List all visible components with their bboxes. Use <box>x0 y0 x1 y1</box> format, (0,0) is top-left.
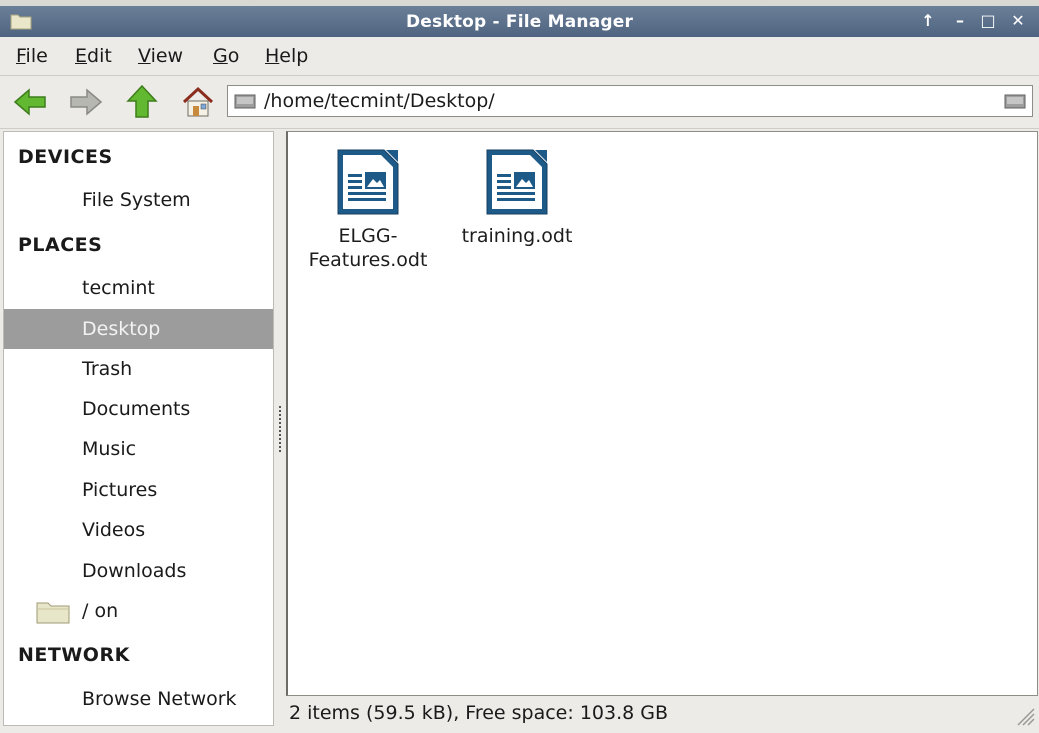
sidebar-item-file-system[interactable]: File System <box>4 180 273 220</box>
odt-document-icon <box>337 149 399 215</box>
sidebar-item-label: Desktop <box>82 318 161 340</box>
pane-splitter[interactable] <box>274 131 286 726</box>
sidebar-item-documents[interactable]: Documents <box>4 389 273 429</box>
close-button[interactable]: ✕ <box>1008 11 1028 31</box>
file-name-line: training.odt <box>461 225 573 247</box>
minimize-button[interactable]: – <box>950 11 970 31</box>
location-bar[interactable]: /home/tecmint/Desktop/ <box>227 85 1033 117</box>
sidebar-item-label: tecmint <box>82 277 155 299</box>
toolbar: /home/tecmint/Desktop/ <box>0 76 1039 129</box>
sidebar-item-downloads[interactable]: Downloads <box>4 551 273 591</box>
sidebar-item-label: Browse Network <box>82 688 237 710</box>
menu-edit[interactable]: Edit <box>75 45 112 67</box>
sidebar-item-label: Documents <box>82 398 191 420</box>
drive-icon <box>1004 94 1026 109</box>
sidebar-item-label: / on <box>82 600 119 622</box>
maximize-button[interactable]: □ <box>978 11 998 31</box>
sidebar-item-browse-network[interactable]: Browse Network <box>4 679 273 719</box>
places-header: PLACES <box>18 234 103 256</box>
sidebar-item-videos[interactable]: Videos <box>4 510 273 550</box>
sidebar-item-label: Music <box>82 438 137 460</box>
file-item[interactable]: training.odt <box>442 148 592 248</box>
splitter-grip[interactable] <box>279 406 281 454</box>
title-bar[interactable]: Desktop - File Manager ↑ – □ ✕ <box>0 6 1039 37</box>
location-path: /home/tecmint/Desktop/ <box>264 90 495 112</box>
resize-grip-icon[interactable] <box>1013 704 1035 726</box>
menu-bar: File Edit View Go Help <box>0 37 1039 76</box>
sidebar-item-label: Downloads <box>82 560 187 582</box>
sidebar-item-trash[interactable]: Trash <box>4 349 273 389</box>
sidebar-item-label: Pictures <box>82 479 158 501</box>
sidebar-item-pictures[interactable]: Pictures <box>4 470 273 510</box>
menu-file[interactable]: File <box>16 45 48 67</box>
sidebar-item-label: File System <box>82 189 191 211</box>
file-name: training.odt <box>442 224 592 248</box>
window-title: Desktop - File Manager <box>405 12 634 32</box>
menu-help[interactable]: Help <box>265 45 308 67</box>
up-arrow-icon[interactable] <box>124 84 160 120</box>
side-pane: DEVICES File System PLACES tecmint Deskt… <box>3 131 274 726</box>
file-item[interactable]: ELGG- Features.odt <box>293 148 443 272</box>
odt-document-icon <box>486 149 548 215</box>
sidebar-item-music[interactable]: Music <box>4 429 273 469</box>
shade-button[interactable]: ↑ <box>918 11 938 31</box>
forward-arrow-icon[interactable] <box>68 84 104 120</box>
menu-go[interactable]: Go <box>213 45 239 67</box>
network-header: NETWORK <box>18 644 130 666</box>
menu-view[interactable]: View <box>138 45 183 67</box>
file-view[interactable]: ELGG- Features.odt training.odt <box>286 131 1038 696</box>
file-name: ELGG- Features.odt <box>293 224 443 272</box>
sidebar-item-root-volume[interactable]: / on <box>4 591 273 631</box>
folder-icon <box>36 602 70 624</box>
sidebar-item-tecmint[interactable]: tecmint <box>4 268 273 308</box>
status-bar: 2 items (59.5 kB), Free space: 103.8 GB <box>286 697 1039 730</box>
file-name-line: ELGG- <box>338 225 398 247</box>
file-manager-window: Desktop - File Manager ↑ – □ ✕ File Edit… <box>0 0 1039 733</box>
sidebar-item-label: Videos <box>82 519 146 541</box>
back-arrow-icon[interactable] <box>12 84 48 120</box>
home-icon[interactable] <box>180 84 216 120</box>
status-text: 2 items (59.5 kB), Free space: 103.8 GB <box>289 702 669 724</box>
devices-header: DEVICES <box>18 146 113 168</box>
sidebar-item-label: Trash <box>82 358 133 380</box>
sidebar-item-desktop[interactable]: Desktop <box>4 309 273 349</box>
drive-icon <box>234 94 256 109</box>
file-name-line: Features.odt <box>308 249 428 271</box>
